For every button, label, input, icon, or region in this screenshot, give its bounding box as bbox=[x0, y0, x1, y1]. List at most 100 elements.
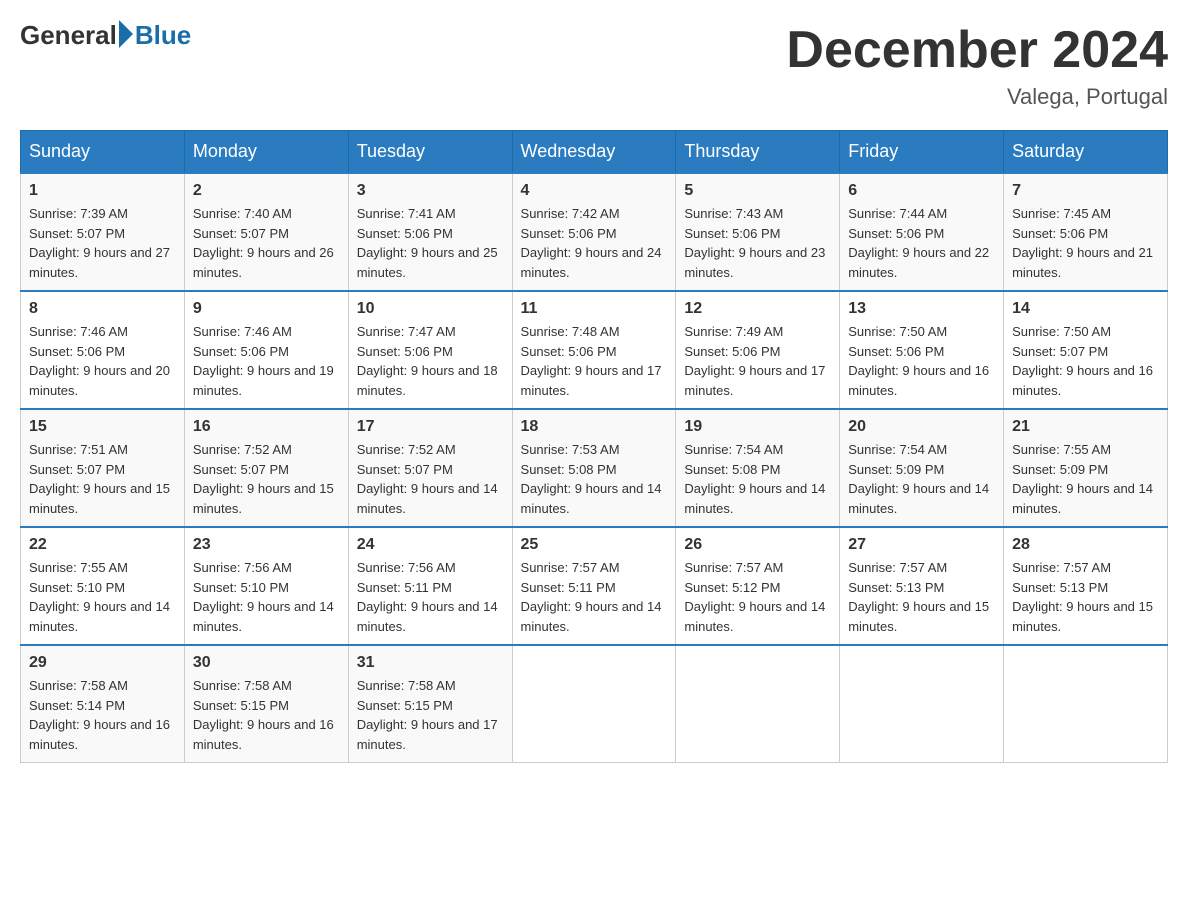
calendar-day-cell: 4Sunrise: 7:42 AMSunset: 5:06 PMDaylight… bbox=[512, 173, 676, 291]
day-info: Sunrise: 7:50 AMSunset: 5:06 PMDaylight:… bbox=[848, 322, 995, 400]
calendar-day-cell: 19 Sunrise: 7:54 AMSunset: 5:08 PMDayligh… bbox=[676, 409, 840, 527]
day-info: Sunrise: 7:52 AMSunset: 5:07 PMDaylight:… bbox=[357, 440, 504, 518]
day-info: Sunrise: 7:56 AMSunset: 5:10 PMDaylight:… bbox=[193, 558, 340, 636]
calendar-day-cell: 11Sunrise: 7:48 AMSunset: 5:06 PMDayligh… bbox=[512, 291, 676, 409]
calendar-day-cell: 1 Sunrise: 7:39 AMSunset: 5:07 PMDaylight… bbox=[21, 173, 185, 291]
calendar-day-cell: 29 Sunrise: 7:58 AMSunset: 5:14 PMDayligh… bbox=[21, 645, 185, 763]
day-number: 28 bbox=[1012, 536, 1159, 554]
day-info: Sunrise: 7:46 AMSunset: 5:06 PMDaylight:… bbox=[29, 322, 176, 400]
calendar-day-cell: 20Sunrise: 7:54 AMSunset: 5:09 PMDayligh… bbox=[840, 409, 1004, 527]
day-number: 18 bbox=[521, 418, 668, 436]
calendar-week-row-4: 22 Sunrise: 7:55 AMSunset: 5:10 PMDayligh… bbox=[21, 527, 1168, 645]
day-number: 25 bbox=[521, 536, 668, 554]
day-number: 12 bbox=[684, 300, 831, 318]
calendar-day-cell: 7 Sunrise: 7:45 AMSunset: 5:06 PMDaylight… bbox=[1004, 173, 1168, 291]
calendar-day-cell: 2 Sunrise: 7:40 AMSunset: 5:07 PMDaylight… bbox=[184, 173, 348, 291]
header-saturday: Saturday bbox=[1004, 131, 1168, 174]
day-info: Sunrise: 7:57 AMSunset: 5:13 PMDaylight:… bbox=[1012, 558, 1159, 636]
day-number: 29 bbox=[29, 654, 176, 672]
calendar-day-cell: 21 Sunrise: 7:55 AMSunset: 5:09 PMDayligh… bbox=[1004, 409, 1168, 527]
day-info: Sunrise: 7:55 AMSunset: 5:09 PMDaylight:… bbox=[1012, 440, 1159, 518]
day-info: Sunrise: 7:46 AMSunset: 5:06 PMDaylight:… bbox=[193, 322, 340, 400]
day-info: Sunrise: 7:39 AMSunset: 5:07 PMDaylight:… bbox=[29, 204, 176, 282]
day-info: Sunrise: 7:53 AMSunset: 5:08 PMDaylight:… bbox=[521, 440, 668, 518]
day-info: Sunrise: 7:57 AMSunset: 5:12 PMDaylight:… bbox=[684, 558, 831, 636]
day-number: 10 bbox=[357, 300, 504, 318]
calendar-week-row-5: 29 Sunrise: 7:58 AMSunset: 5:14 PMDayligh… bbox=[21, 645, 1168, 763]
day-number: 15 bbox=[29, 418, 176, 436]
day-number: 1 bbox=[29, 182, 176, 200]
day-number: 9 bbox=[193, 300, 340, 318]
day-info: Sunrise: 7:55 AMSunset: 5:10 PMDaylight:… bbox=[29, 558, 176, 636]
day-info: Sunrise: 7:50 AMSunset: 5:07 PMDaylight:… bbox=[1012, 322, 1159, 400]
logo-general-text: General bbox=[20, 20, 117, 51]
day-number: 27 bbox=[848, 536, 995, 554]
day-info: Sunrise: 7:51 AMSunset: 5:07 PMDaylight:… bbox=[29, 440, 176, 518]
day-number: 3 bbox=[357, 182, 504, 200]
calendar-day-cell bbox=[676, 645, 840, 763]
calendar-day-cell: 25Sunrise: 7:57 AMSunset: 5:11 PMDayligh… bbox=[512, 527, 676, 645]
day-info: Sunrise: 7:40 AMSunset: 5:07 PMDaylight:… bbox=[193, 204, 340, 282]
calendar-day-cell: 31 Sunrise: 7:58 AMSunset: 5:15 PMDayligh… bbox=[348, 645, 512, 763]
header-thursday: Thursday bbox=[676, 131, 840, 174]
day-info: Sunrise: 7:58 AMSunset: 5:15 PMDaylight:… bbox=[357, 676, 504, 754]
calendar-day-cell: 27 Sunrise: 7:57 AMSunset: 5:13 PMDayligh… bbox=[840, 527, 1004, 645]
calendar-day-cell bbox=[512, 645, 676, 763]
calendar-day-cell: 9 Sunrise: 7:46 AMSunset: 5:06 PMDaylight… bbox=[184, 291, 348, 409]
day-number: 14 bbox=[1012, 300, 1159, 318]
day-info: Sunrise: 7:49 AMSunset: 5:06 PMDaylight:… bbox=[684, 322, 831, 400]
day-number: 22 bbox=[29, 536, 176, 554]
calendar-day-cell: 23 Sunrise: 7:56 AMSunset: 5:10 PMDayligh… bbox=[184, 527, 348, 645]
calendar-day-cell: 30 Sunrise: 7:58 AMSunset: 5:15 PMDayligh… bbox=[184, 645, 348, 763]
month-title: December 2024 bbox=[786, 20, 1168, 80]
day-number: 16 bbox=[193, 418, 340, 436]
calendar-day-cell: 26 Sunrise: 7:57 AMSunset: 5:12 PMDayligh… bbox=[676, 527, 840, 645]
day-info: Sunrise: 7:45 AMSunset: 5:06 PMDaylight:… bbox=[1012, 204, 1159, 282]
day-number: 20 bbox=[848, 418, 995, 436]
day-number: 7 bbox=[1012, 182, 1159, 200]
day-number: 8 bbox=[29, 300, 176, 318]
day-number: 30 bbox=[193, 654, 340, 672]
page-header: General Blue December 2024 Valega, Portu… bbox=[20, 20, 1168, 110]
calendar-day-cell: 5 Sunrise: 7:43 AMSunset: 5:06 PMDaylight… bbox=[676, 173, 840, 291]
calendar-day-cell: 15 Sunrise: 7:51 AMSunset: 5:07 PMDayligh… bbox=[21, 409, 185, 527]
calendar-day-cell: 3Sunrise: 7:41 AMSunset: 5:06 PMDaylight… bbox=[348, 173, 512, 291]
day-number: 24 bbox=[357, 536, 504, 554]
day-number: 11 bbox=[521, 300, 668, 318]
day-number: 5 bbox=[684, 182, 831, 200]
calendar-day-cell: 22 Sunrise: 7:55 AMSunset: 5:10 PMDayligh… bbox=[21, 527, 185, 645]
day-number: 31 bbox=[357, 654, 504, 672]
header-friday: Friday bbox=[840, 131, 1004, 174]
day-info: Sunrise: 7:54 AMSunset: 5:08 PMDaylight:… bbox=[684, 440, 831, 518]
calendar-day-cell: 17Sunrise: 7:52 AMSunset: 5:07 PMDayligh… bbox=[348, 409, 512, 527]
day-number: 4 bbox=[521, 182, 668, 200]
day-info: Sunrise: 7:47 AMSunset: 5:06 PMDaylight:… bbox=[357, 322, 504, 400]
calendar-header-row: Sunday Monday Tuesday Wednesday Thursday… bbox=[21, 131, 1168, 174]
header-tuesday: Tuesday bbox=[348, 131, 512, 174]
day-number: 26 bbox=[684, 536, 831, 554]
calendar-day-cell: 24 Sunrise: 7:56 AMSunset: 5:11 PMDayligh… bbox=[348, 527, 512, 645]
day-number: 19 bbox=[684, 418, 831, 436]
calendar-day-cell: 28 Sunrise: 7:57 AMSunset: 5:13 PMDayligh… bbox=[1004, 527, 1168, 645]
header-sunday: Sunday bbox=[21, 131, 185, 174]
calendar-week-row-2: 8 Sunrise: 7:46 AMSunset: 5:06 PMDaylight… bbox=[21, 291, 1168, 409]
day-number: 13 bbox=[848, 300, 995, 318]
day-number: 23 bbox=[193, 536, 340, 554]
calendar-day-cell: 10 Sunrise: 7:47 AMSunset: 5:06 PMDayligh… bbox=[348, 291, 512, 409]
calendar-day-cell: 13 Sunrise: 7:50 AMSunset: 5:06 PMDayligh… bbox=[840, 291, 1004, 409]
day-info: Sunrise: 7:56 AMSunset: 5:11 PMDaylight:… bbox=[357, 558, 504, 636]
day-info: Sunrise: 7:43 AMSunset: 5:06 PMDaylight:… bbox=[684, 204, 831, 282]
calendar-table: Sunday Monday Tuesday Wednesday Thursday… bbox=[20, 130, 1168, 763]
calendar-week-row-3: 15 Sunrise: 7:51 AMSunset: 5:07 PMDayligh… bbox=[21, 409, 1168, 527]
calendar-day-cell: 8 Sunrise: 7:46 AMSunset: 5:06 PMDaylight… bbox=[21, 291, 185, 409]
day-info: Sunrise: 7:58 AMSunset: 5:15 PMDaylight:… bbox=[193, 676, 340, 754]
calendar-day-cell: 14 Sunrise: 7:50 AMSunset: 5:07 PMDayligh… bbox=[1004, 291, 1168, 409]
day-number: 2 bbox=[193, 182, 340, 200]
day-info: Sunrise: 7:44 AMSunset: 5:06 PMDaylight:… bbox=[848, 204, 995, 282]
day-info: Sunrise: 7:57 AMSunset: 5:13 PMDaylight:… bbox=[848, 558, 995, 636]
logo-arrow-icon bbox=[119, 20, 133, 48]
day-number: 21 bbox=[1012, 418, 1159, 436]
calendar-week-row-1: 1 Sunrise: 7:39 AMSunset: 5:07 PMDaylight… bbox=[21, 173, 1168, 291]
calendar-day-cell: 16Sunrise: 7:52 AMSunset: 5:07 PMDayligh… bbox=[184, 409, 348, 527]
day-info: Sunrise: 7:58 AMSunset: 5:14 PMDaylight:… bbox=[29, 676, 176, 754]
